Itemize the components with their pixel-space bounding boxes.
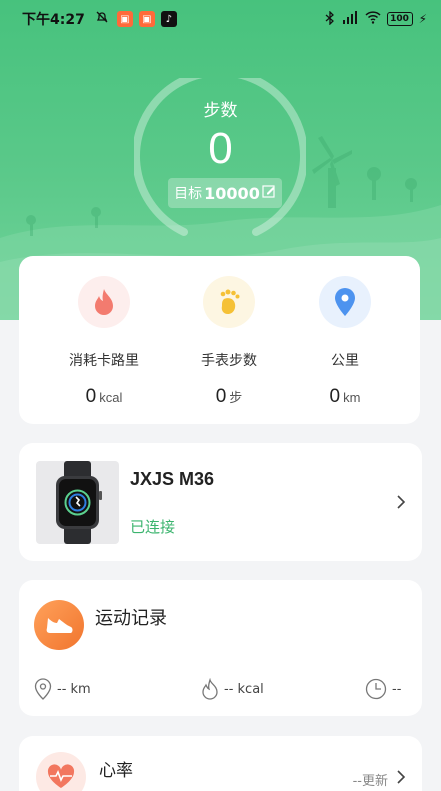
chevron-right-icon[interactable]	[396, 769, 406, 785]
edit-icon	[262, 184, 276, 202]
device-connection-status: 已连接	[130, 518, 176, 536]
record-calories-value: -- kcal	[224, 681, 264, 697]
shopping-app-icon: ▣	[138, 11, 155, 27]
stat-value: 0 km	[329, 386, 361, 407]
device-name: JXJS M36	[130, 469, 215, 489]
record-calories: -- kcal	[201, 678, 264, 700]
smartwatch-image	[36, 461, 119, 544]
status-time: 下午4:27	[22, 12, 85, 28]
battery-indicator: 100	[386, 12, 413, 26]
flame-icon	[78, 276, 130, 328]
tiktok-icon: ♪	[160, 11, 177, 27]
charging-icon: ⚡	[418, 12, 427, 26]
bluetooth-icon	[325, 9, 335, 28]
stat-distance: 公里 0 km	[285, 276, 405, 408]
wifi-icon	[365, 11, 381, 27]
stat-label: 消耗卡路里	[69, 353, 139, 369]
goal-label: 目标	[174, 186, 203, 202]
stat-watch-steps: 手表步数 0步	[169, 276, 289, 408]
record-duration: --	[365, 678, 401, 700]
status-bar: 下午4:27 ▣ ▣ ♪ 100 ⚡	[0, 0, 441, 38]
daily-stats-card: 消耗卡路里 0 kcal 手表步数 0步 公里 0 km	[19, 256, 420, 424]
record-duration-value: --	[392, 681, 402, 697]
steps-value: 0	[208, 124, 233, 173]
footprint-icon	[203, 276, 255, 328]
mute-bell-icon	[95, 10, 109, 28]
goal-value: 10000	[204, 183, 260, 203]
exercise-record-title: 运动记录	[95, 608, 167, 629]
device-card[interactable]: JXJS M36 已连接	[19, 443, 422, 561]
record-distance: -- km	[34, 678, 91, 700]
running-shoe-icon	[34, 600, 84, 650]
cellular-signal-icon	[341, 11, 359, 27]
stat-label: 公里	[331, 353, 359, 369]
record-distance-value: -- km	[57, 681, 91, 697]
location-pin-icon	[319, 276, 371, 328]
heart-rate-update-time: --更新	[352, 774, 388, 789]
stat-calories: 消耗卡路里 0 kcal	[44, 276, 164, 408]
shopping-app-icon: ▣	[116, 11, 133, 27]
chevron-right-icon[interactable]	[396, 494, 406, 510]
stat-value: 0 kcal	[85, 386, 123, 407]
stat-label: 手表步数	[201, 353, 257, 369]
location-pin-icon	[34, 678, 52, 700]
heart-rate-icon	[36, 752, 86, 791]
clock-icon	[365, 678, 387, 700]
heart-rate-title: 心率	[99, 761, 133, 781]
flame-icon	[202, 678, 218, 700]
exercise-record-card[interactable]: 运动记录 -- km -- kcal --	[19, 580, 422, 716]
step-goal-button[interactable]: 目标 10000	[168, 178, 282, 208]
stat-value: 0步	[215, 386, 243, 407]
heart-rate-card[interactable]: 心率 --更新	[19, 736, 422, 791]
steps-label: 步数	[203, 101, 238, 121]
